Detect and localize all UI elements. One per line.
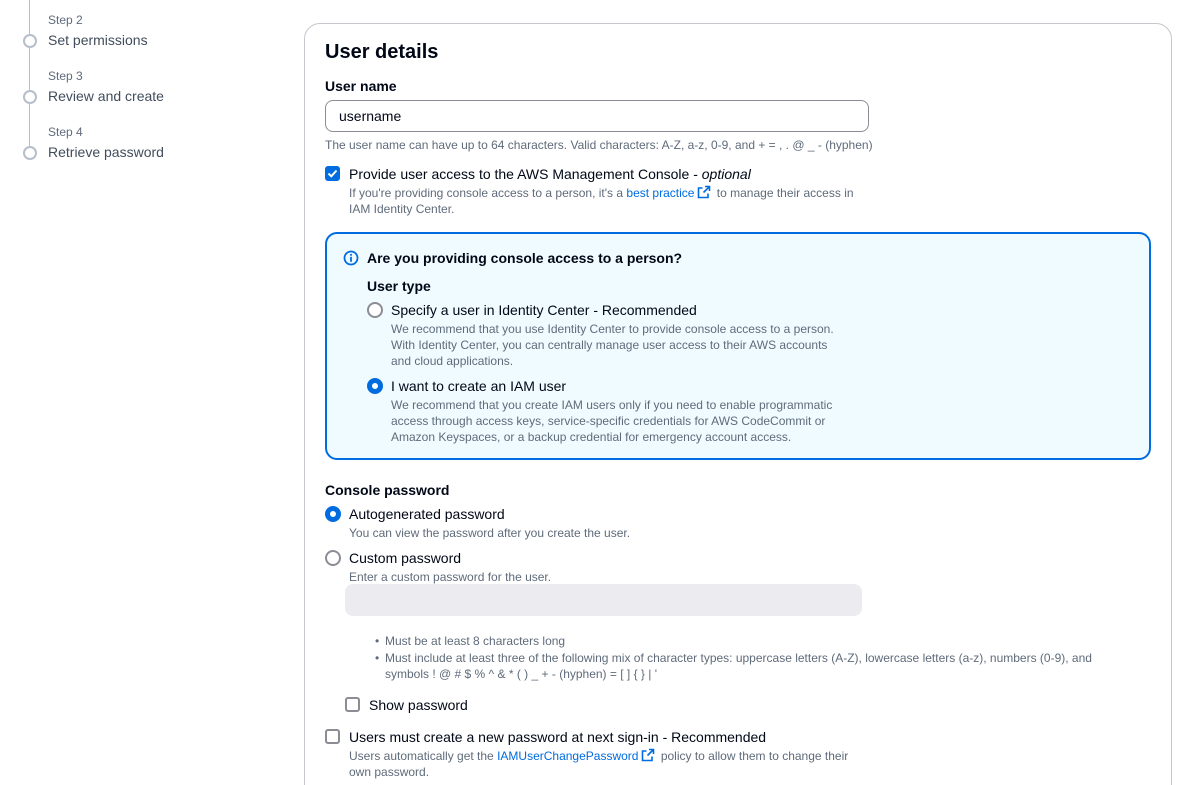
custom-password-radio[interactable] — [325, 550, 341, 566]
section-heading: User details — [325, 41, 439, 63]
step-3-label: Step 3 — [48, 69, 83, 83]
require-password-reset-desc: Users automatically get the IAMUserChang… — [349, 748, 889, 780]
info-box-title: Are you providing console access to a pe… — [367, 250, 683, 266]
custom-password-input[interactable] — [345, 584, 862, 616]
custom-password-label[interactable]: Custom password — [349, 550, 461, 566]
identity-center-option-label[interactable]: Specify a user in Identity Center - Reco… — [391, 302, 697, 318]
external-link-icon[interactable] — [697, 185, 711, 199]
step-2-label: Step 2 — [48, 13, 83, 27]
option-desc-line: With Identity Center, you can centrally … — [391, 338, 828, 352]
reset-desc-text: own password. — [349, 765, 430, 779]
iam-user-radio[interactable] — [367, 378, 383, 394]
console-access-desc-text: If you're providing console access to a … — [349, 186, 627, 200]
step-3-title[interactable]: Review and create — [48, 88, 164, 104]
step-2-indicator — [23, 34, 37, 48]
username-hint: The user name can have up to 64 characte… — [325, 138, 873, 152]
step-4-title[interactable]: Retrieve password — [48, 144, 164, 160]
info-icon — [343, 250, 359, 266]
console-access-label[interactable]: Provide user access to the AWS Managemen… — [349, 166, 751, 182]
checkmark-icon — [327, 169, 338, 178]
show-password-checkbox[interactable] — [345, 697, 360, 712]
step-3-indicator — [23, 90, 37, 104]
username-label: User name — [325, 78, 397, 94]
external-link-icon[interactable] — [641, 748, 655, 762]
console-access-description: If you're providing console access to a … — [349, 185, 889, 217]
password-rule: Must include at least three of the follo… — [375, 650, 1092, 666]
console-password-label: Console password — [325, 482, 450, 498]
identity-center-option-desc: We recommend that you use Identity Cente… — [391, 321, 834, 369]
autogenerated-password-radio[interactable] — [325, 506, 341, 522]
password-rule-continued: symbols ! @ # $ % ^ & * ( ) _ + - (hyphe… — [385, 667, 657, 681]
step-4-label: Step 4 — [48, 125, 83, 139]
console-access-label-text: Provide user access to the AWS Managemen… — [349, 166, 702, 182]
option-desc-line: Amazon Keyspaces, or a backup credential… — [391, 430, 792, 444]
step-4-indicator — [23, 146, 37, 160]
require-password-reset-label[interactable]: Users must create a new password at next… — [349, 729, 766, 745]
show-password-label[interactable]: Show password — [369, 697, 468, 713]
reset-desc-text: policy to allow them to change their — [657, 749, 849, 763]
iam-user-change-password-link[interactable]: IAMUserChangePassword — [497, 749, 638, 763]
password-rule: Must be at least 8 characters long — [375, 633, 565, 649]
step-connector-line — [29, 0, 30, 34]
optional-tag: optional — [701, 166, 751, 182]
custom-password-desc: Enter a custom password for the user. — [349, 570, 552, 584]
user-type-label: User type — [367, 278, 431, 294]
username-input[interactable]: username — [325, 100, 869, 132]
autogenerated-password-desc: You can view the password after you crea… — [349, 526, 631, 540]
console-access-checkbox[interactable] — [325, 166, 340, 181]
require-password-reset-checkbox[interactable] — [325, 729, 340, 744]
option-desc-line: We recommend that you create IAM users o… — [391, 398, 833, 412]
option-desc-line: and cloud applications. — [391, 354, 514, 368]
best-practice-link[interactable]: best practice — [626, 186, 694, 200]
console-access-desc-text: IAM Identity Center. — [349, 202, 455, 216]
iam-user-option-label[interactable]: I want to create an IAM user — [391, 378, 566, 394]
reset-desc-text: Users automatically get the — [349, 749, 498, 763]
wizard-steps-nav: Step 2 Set permissions Step 3 Review and… — [0, 0, 290, 785]
step-2-title[interactable]: Set permissions — [48, 32, 148, 48]
step-connector-line — [29, 48, 30, 90]
console-access-desc-text: to manage their access in — [713, 186, 854, 200]
identity-center-radio[interactable] — [367, 302, 383, 318]
option-desc-line: We recommend that you use Identity Cente… — [391, 322, 834, 336]
step-connector-line — [29, 104, 30, 146]
option-desc-line: access through access keys, service-spec… — [391, 414, 826, 428]
autogenerated-password-label[interactable]: Autogenerated password — [349, 506, 505, 522]
iam-user-option-desc: We recommend that you create IAM users o… — [391, 397, 832, 445]
username-value: username — [339, 108, 402, 124]
